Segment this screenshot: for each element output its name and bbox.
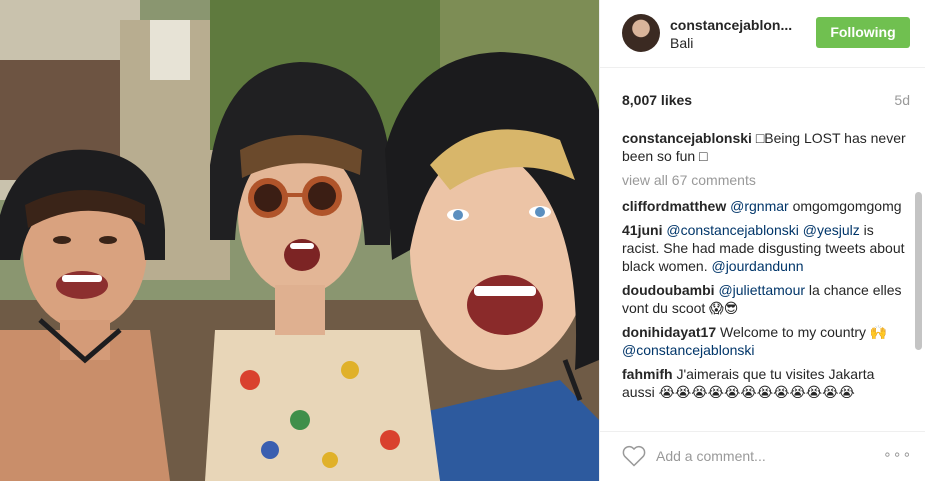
following-button[interactable]: Following (816, 17, 910, 48)
post-age[interactable]: 5d (894, 92, 910, 108)
comment-text: omgomgomgomg (788, 198, 902, 214)
comment-username[interactable]: cliffordmatthew (622, 198, 726, 214)
comment-username[interactable]: 41juni (622, 222, 662, 238)
heart-outline-icon[interactable] (622, 445, 646, 467)
comments-scrollbar[interactable] (915, 130, 922, 420)
post-header: constancejablon... Bali Following (600, 0, 925, 68)
photo-illustration (0, 0, 599, 481)
comment-container: cliffordmatthew @rgnmar omgomgomgomg 41ju… (622, 197, 910, 401)
avatar[interactable] (622, 14, 660, 52)
comments-list[interactable]: constancejablonski □Being LOST has never… (622, 129, 910, 421)
comment-text: Welcome to my country 🙌 (720, 324, 888, 340)
more-options-icon[interactable]: ∘∘∘ (883, 446, 912, 463)
mention-link[interactable]: @juliettamour (718, 282, 805, 298)
location-link[interactable]: Bali (670, 35, 693, 51)
likes-count[interactable]: 8,007 likes (622, 92, 692, 108)
post-photo[interactable] (0, 0, 599, 481)
comment-item: doudoubambi @juliettamour la chance elle… (622, 281, 910, 317)
comment-item: fahmifh J'aimerais que tu visites Jakart… (622, 365, 910, 401)
caption: constancejablonski □Being LOST has never… (622, 129, 910, 165)
instagram-post: constancejablon... Bali Following 8,007 … (0, 0, 925, 481)
mention-link[interactable]: @jourdandunn (711, 258, 803, 274)
mention-link[interactable]: @constancejablonski (622, 342, 755, 358)
comment-item: 41juni @constancejablonski @yesjulz is r… (622, 221, 910, 275)
post-sidebar: constancejablon... Bali Following 8,007 … (599, 0, 925, 481)
comment-username[interactable]: fahmifh (622, 366, 673, 382)
comment-item: donihidayat17 Welcome to my country 🙌 @c… (622, 323, 910, 359)
mention-link[interactable]: @yesjulz (803, 222, 860, 238)
caption-username[interactable]: constancejablonski (622, 130, 752, 146)
post-footer: ∘∘∘ (600, 431, 925, 481)
scroll-thumb[interactable] (915, 192, 922, 350)
view-all-comments-link[interactable]: view all 67 comments (622, 171, 910, 189)
username-link[interactable]: constancejablon... (670, 17, 792, 33)
comment-username[interactable]: doudoubambi (622, 282, 715, 298)
comment-item: cliffordmatthew @rgnmar omgomgomgomg (622, 197, 910, 215)
comment-username[interactable]: donihidayat17 (622, 324, 716, 340)
mention-link[interactable]: @constancejablonski (666, 222, 799, 238)
mention-link[interactable]: @rgnmar (730, 198, 789, 214)
likes-row: 8,007 likes 5d (622, 92, 910, 112)
add-comment-input[interactable] (656, 444, 856, 468)
